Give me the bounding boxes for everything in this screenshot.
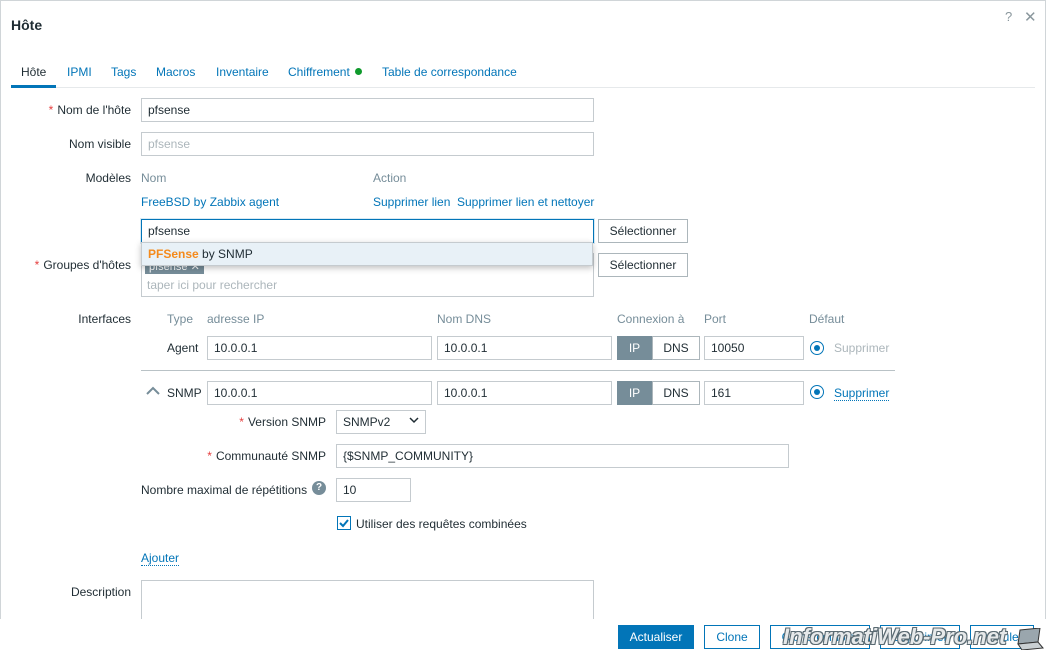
snmp-version-select[interactable]: SNMPv2 — [336, 410, 426, 434]
agent-ip-input[interactable]: 10.0.0.1 — [207, 336, 432, 360]
templates-label: Modèles — [85, 171, 131, 185]
status-dot-icon — [354, 68, 362, 75]
update-button[interactable]: Actualiser — [618, 625, 694, 649]
max-repetitions-input[interactable]: 10 — [336, 478, 411, 502]
snmp-type-label: SNMP — [167, 386, 202, 400]
max-repetitions-label: Nombre maximal de répétitions — [141, 483, 308, 497]
collapse-chevron-icon[interactable] — [146, 385, 160, 399]
template-select-button[interactable]: Sélectionner — [598, 219, 688, 243]
host-groups-select-button[interactable]: Sélectionner — [598, 253, 688, 277]
agent-connect-ip-button[interactable]: IP — [617, 336, 652, 360]
templates-col-action: Action — [373, 171, 407, 185]
description-label: Description — [70, 585, 131, 599]
close-icon[interactable]: ✕ — [1024, 8, 1037, 26]
interfaces-col-ip: adresse IP — [207, 312, 265, 326]
tab-encryption-label: Chiffrement — [288, 65, 350, 79]
clone-button[interactable]: Clone — [704, 625, 760, 649]
tab-value-mapping[interactable]: Table de correspondance — [382, 65, 517, 79]
snmp-port-input[interactable]: 161 — [704, 381, 804, 405]
chevron-down-icon — [409, 416, 419, 427]
unlink-button[interactable]: Supprimer lien — [373, 195, 450, 209]
description-textarea[interactable] — [141, 580, 594, 624]
snmp-version-label: * Version SNMP — [239, 415, 326, 429]
snmp-default-radio[interactable] — [810, 385, 824, 399]
tab-ipmi[interactable]: IPMI — [67, 65, 92, 79]
visible-name-input[interactable]: pfsense — [141, 132, 594, 156]
snmp-connect-dns-button[interactable]: DNS — [652, 381, 700, 405]
add-interface-link[interactable]: Ajouter — [141, 551, 180, 566]
bulk-requests-label: Utiliser des requêtes combinées — [356, 517, 527, 531]
interfaces-col-connect: Connexion à — [617, 312, 685, 326]
interfaces-separator — [141, 370, 895, 371]
interfaces-label: Interfaces — [78, 312, 131, 326]
linked-template-link[interactable]: FreeBSD by Zabbix agent — [141, 195, 279, 209]
tab-tags[interactable]: Tags — [111, 65, 136, 79]
laptop-logo-icon — [1016, 627, 1044, 651]
help-circle-icon[interactable]: ? — [312, 481, 326, 495]
snmp-community-input[interactable]: {$SNMP_COMMUNITY} — [336, 444, 789, 468]
host-name-label: * Nom de l'hôte — [48, 103, 131, 117]
agent-remove-link: Supprimer — [834, 341, 890, 355]
help-icon[interactable]: ? — [1005, 9, 1012, 24]
agent-dns-input[interactable]: 10.0.0.1 — [437, 336, 612, 360]
dialog-title: Hôte — [11, 17, 43, 33]
snmp-ip-input[interactable]: 10.0.0.1 — [207, 381, 432, 405]
template-suggestion-item[interactable]: PFSense by SNMP — [141, 242, 593, 266]
templates-col-name: Nom — [141, 171, 167, 185]
tab-macros[interactable]: Macros — [156, 65, 195, 79]
bulk-requests-checkbox[interactable] — [337, 516, 351, 530]
watermark-text: InformatiWeb-Pro.net — [783, 624, 1007, 649]
agent-default-radio[interactable] — [810, 341, 824, 355]
agent-type-label: Agent — [167, 341, 199, 355]
host-groups-label: * Groupes d'hôtes — [34, 258, 131, 272]
unlink-clear-button[interactable]: Supprimer lien et nettoyer — [457, 195, 594, 209]
active-tab-indicator — [11, 85, 56, 88]
tab-inventory[interactable]: Inventaire — [216, 65, 269, 79]
interfaces-col-type: Type — [167, 312, 194, 326]
interfaces-col-default: Défaut — [809, 312, 845, 326]
tab-encryption[interactable]: Chiffrement — [288, 65, 362, 79]
host-name-input[interactable]: pfsense — [141, 98, 594, 122]
interfaces-col-dns: Nom DNS — [437, 312, 492, 326]
snmp-connect-ip-button[interactable]: IP — [617, 381, 652, 405]
tab-host[interactable]: Hôte — [21, 65, 46, 79]
snmp-remove-link[interactable]: Supprimer — [834, 386, 890, 401]
tabs-divider — [11, 87, 1035, 88]
snmp-community-label: * Communauté SNMP — [207, 449, 326, 463]
interfaces-col-port: Port — [704, 312, 727, 326]
agent-port-input[interactable]: 10050 — [704, 336, 804, 360]
visible-name-label: Nom visible — [68, 137, 131, 151]
template-search-input[interactable]: pfsense — [141, 219, 594, 243]
agent-connect-dns-button[interactable]: DNS — [652, 336, 700, 360]
host-groups-search[interactable]: taper ici pour rechercher — [147, 278, 277, 292]
snmp-dns-input[interactable]: 10.0.0.1 — [437, 381, 612, 405]
